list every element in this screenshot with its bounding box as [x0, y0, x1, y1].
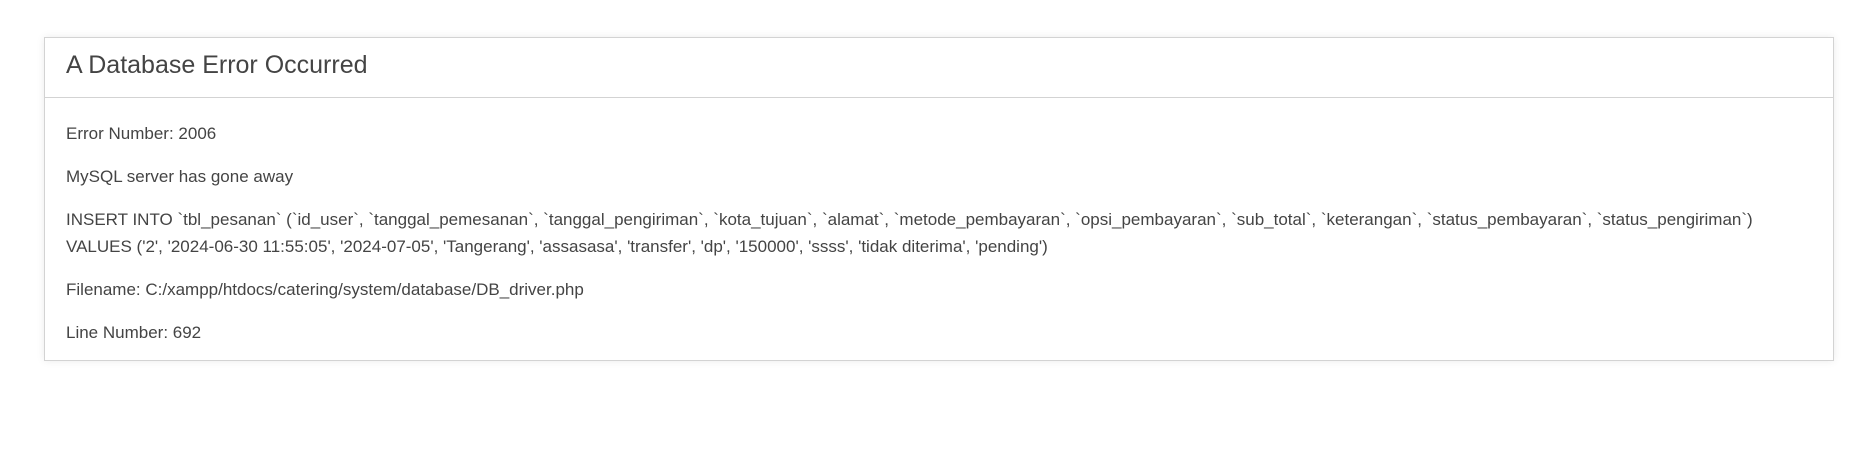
query-line-2: VALUES ('2', '2024-06-30 11:55:05', '202… — [66, 237, 1048, 256]
error-number: Error Number: 2006 — [66, 124, 217, 143]
error-details: Error Number: 2006 MySQL server has gone… — [45, 98, 1833, 346]
error-line-number: Line Number: 692 — [66, 323, 202, 342]
error-query: INSERT INTO `tbl_pesanan` (`id_user`, `t… — [66, 206, 1812, 260]
query-line-1: INSERT INTO `tbl_pesanan` (`id_user`, `t… — [66, 210, 1753, 229]
error-message: MySQL server has gone away — [66, 167, 294, 186]
error-panel: A Database Error Occurred Error Number: … — [44, 37, 1834, 361]
error-heading: A Database Error Occurred — [45, 38, 1833, 98]
error-filename: Filename: C:/xampp/htdocs/catering/syste… — [66, 280, 584, 299]
